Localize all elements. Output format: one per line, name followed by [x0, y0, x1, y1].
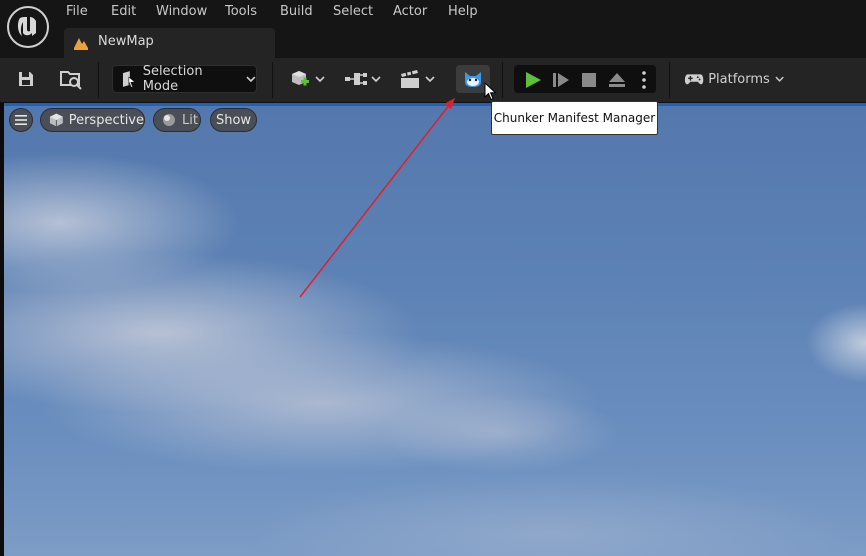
annotation-arrow: [299, 98, 455, 298]
chunker-manifest-tooltip: Chunker Manifest Manager: [491, 101, 658, 135]
mouse-pointer-icon: [484, 82, 497, 101]
